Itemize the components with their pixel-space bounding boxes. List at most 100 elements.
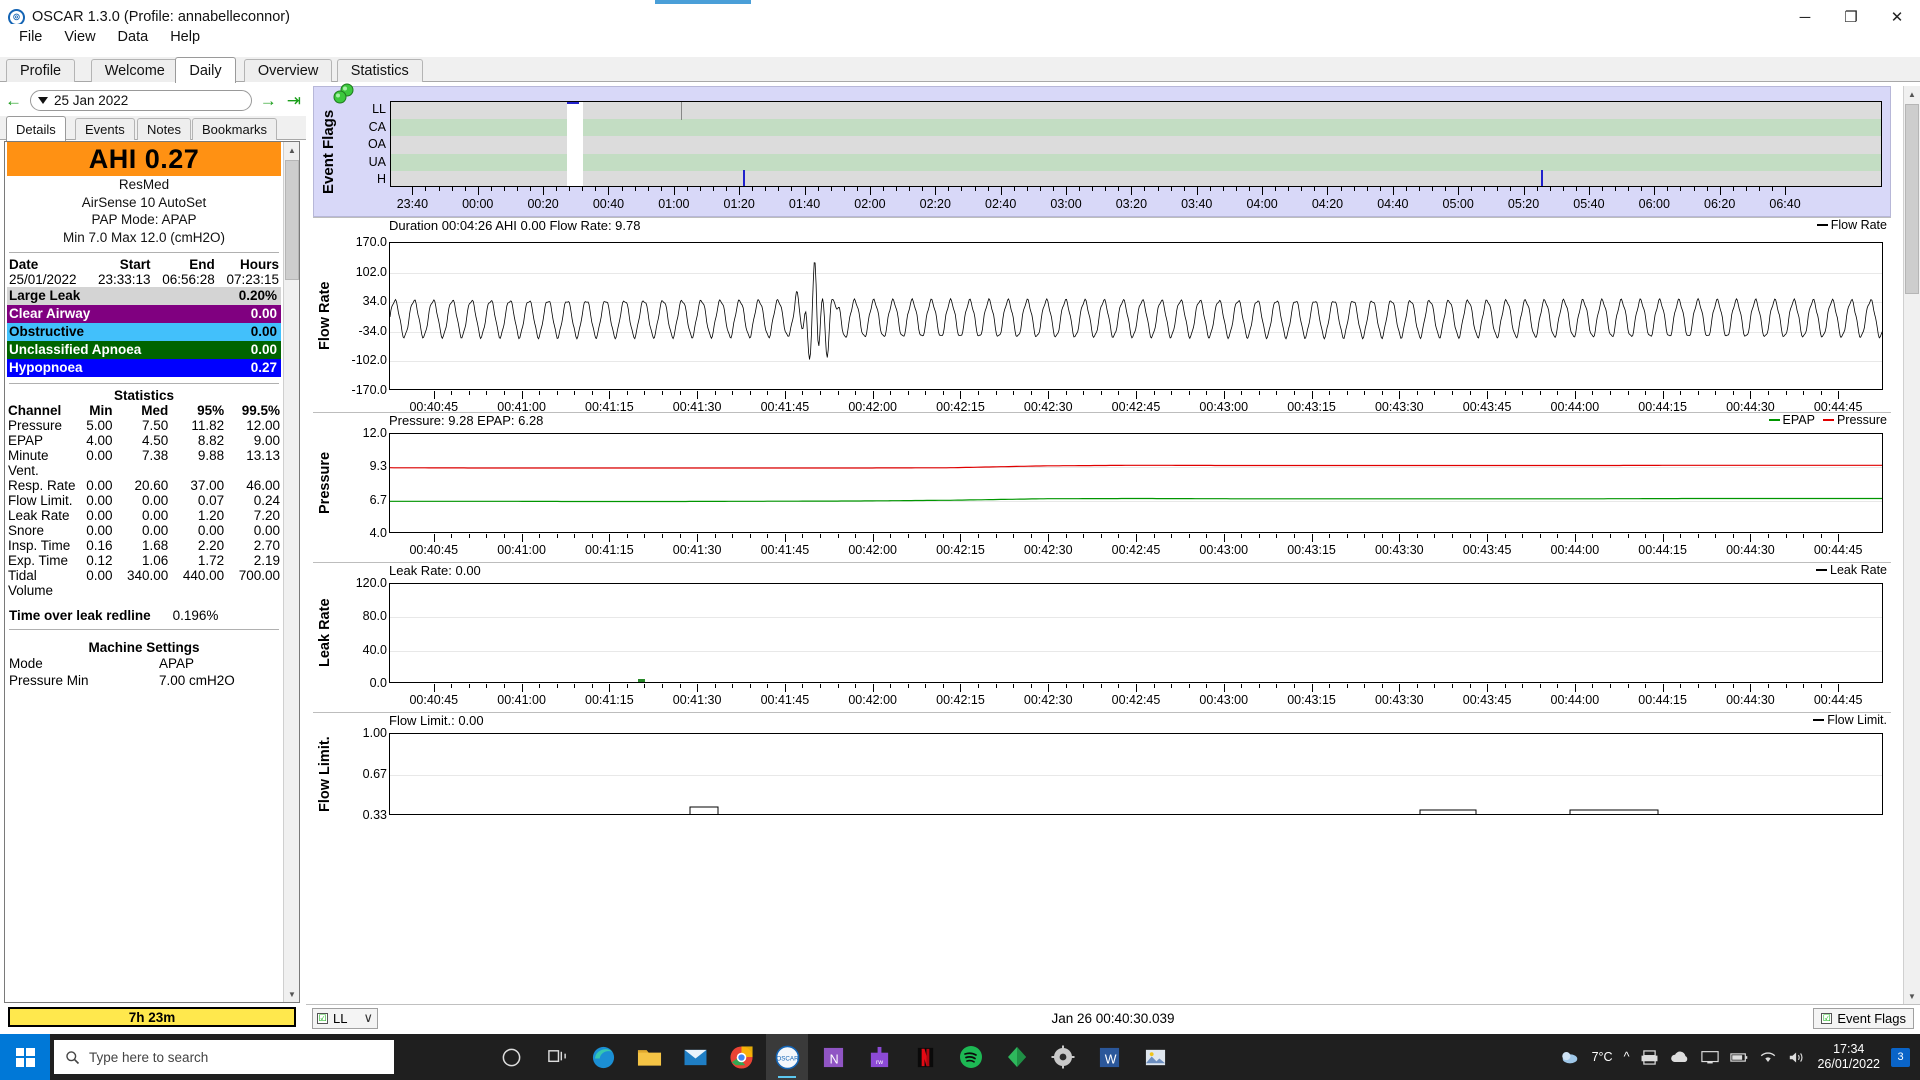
checkbox-icon[interactable]: ☑ [317, 1012, 328, 1024]
event-flags-toggle[interactable]: ☑ Event Flags [1813, 1007, 1914, 1029]
graph-scrollbar[interactable]: ▲ ▼ [1903, 86, 1920, 1004]
chart-plot-area[interactable] [389, 242, 1883, 390]
scroll-up-icon[interactable]: ▲ [1904, 86, 1920, 102]
axis-tick [1523, 187, 1525, 195]
chart-series-svg [638, 679, 645, 682]
axis-minor-tick [1645, 684, 1647, 688]
volume-icon[interactable] [1788, 1050, 1806, 1065]
axis-tick [1838, 534, 1840, 542]
scrollbar-thumb[interactable] [285, 160, 299, 280]
stat-cell-4: 46.00 [246, 478, 280, 493]
taskview-cortana-icon[interactable] [490, 1034, 532, 1080]
chart-plot-area[interactable] [389, 433, 1883, 533]
green-app-icon[interactable] [996, 1034, 1038, 1080]
axis-minor-tick [1469, 391, 1471, 395]
scrollbar-thumb[interactable] [1905, 104, 1919, 294]
chart-title: Flow Limit.: 0.00 [389, 713, 484, 728]
menu-item-view[interactable]: View [53, 27, 106, 47]
legend-entry[interactable]: Pressure [1822, 413, 1887, 427]
onedrive-icon[interactable] [1670, 1050, 1690, 1065]
subtab-notes[interactable]: Notes [137, 118, 191, 140]
checkbox-icon[interactable]: ☑ [1821, 1012, 1833, 1024]
status-bar: ☑ LL ∨ Jan 26 00:40:30.039 ☑ Event Flags [306, 1004, 1920, 1031]
chart-x-tick-label: 00:42:15 [936, 693, 985, 707]
start-button[interactable] [0, 1034, 50, 1080]
axis-tick [1392, 187, 1394, 195]
chart-y-tick-label: -102.0 [351, 353, 387, 368]
tab-daily[interactable]: Daily [175, 57, 236, 83]
menu-item-help[interactable]: Help [159, 27, 211, 47]
menu-item-file[interactable]: File [8, 27, 53, 47]
axis-minor-tick [451, 684, 453, 688]
chrome-icon[interactable] [720, 1034, 762, 1080]
axis-minor-tick [1504, 391, 1506, 395]
axis-minor-tick [1522, 534, 1524, 538]
battery-icon[interactable] [1730, 1050, 1748, 1065]
subtab-details[interactable]: Details [6, 116, 66, 141]
axis-tick [1588, 187, 1590, 195]
chart-plot-area[interactable] [389, 583, 1883, 683]
display-icon[interactable] [1701, 1050, 1720, 1065]
axis-minor-tick [922, 187, 924, 191]
show-hidden-icons[interactable]: ^ [1624, 1050, 1630, 1064]
menu-item-data[interactable]: Data [107, 27, 160, 47]
details-scrollbar[interactable]: ▲ ▼ [283, 142, 299, 1002]
edge-icon[interactable] [582, 1034, 624, 1080]
wifi-icon[interactable] [1759, 1050, 1777, 1065]
axis-minor-tick [1416, 534, 1418, 538]
legend-entry[interactable]: Flow Limit. [1813, 713, 1887, 727]
oscar-taskbar-icon[interactable]: OSCAR [766, 1034, 808, 1080]
mail-icon[interactable] [674, 1034, 716, 1080]
netflix-icon[interactable] [904, 1034, 946, 1080]
settings-gear-icon[interactable] [1042, 1034, 1084, 1080]
weather-icon[interactable] [1559, 1047, 1581, 1067]
tab-overview[interactable]: Overview [243, 59, 333, 82]
selection-window[interactable] [567, 102, 583, 186]
chart-y-tick-label: 40.0 [362, 642, 387, 657]
axis-minor-tick [1575, 187, 1577, 191]
tab-statistics[interactable]: Statistics [336, 59, 423, 82]
axis-minor-tick [1249, 187, 1251, 191]
task-view-icon[interactable] [536, 1034, 578, 1080]
legend-entry[interactable]: Leak Rate [1816, 563, 1887, 577]
chevron-down-icon[interactable]: ∨ [363, 1010, 373, 1026]
notification-badge[interactable]: 3 [1891, 1047, 1910, 1067]
last-day-arrow-icon[interactable]: ⇥ [282, 92, 306, 109]
scroll-down-icon[interactable]: ▼ [1904, 988, 1920, 1004]
chevron-down-icon[interactable] [38, 96, 48, 104]
photos-icon[interactable] [1134, 1034, 1176, 1080]
scroll-up-icon[interactable]: ▲ [284, 142, 299, 158]
legend-entry[interactable]: Flow Rate [1816, 218, 1887, 232]
printer-icon[interactable] [1640, 1049, 1659, 1065]
rightmove-icon[interactable]: rw [858, 1034, 900, 1080]
tab-welcome[interactable]: Welcome [90, 59, 179, 82]
channel-select-dropdown[interactable]: ☑ LL ∨ [312, 1007, 378, 1029]
subtab-bookmarks[interactable]: Bookmarks [192, 118, 278, 140]
stat-header-0: Channel [8, 403, 62, 418]
event-flags-plot[interactable] [390, 101, 1882, 187]
next-day-arrow-icon[interactable]: → [255, 92, 282, 109]
axis-minor-tick [468, 391, 470, 395]
event-value: 0.00 [250, 306, 277, 321]
legend-entry[interactable]: EPAP [1768, 413, 1815, 427]
axis-tick [1223, 391, 1225, 399]
pin-icon[interactable] [331, 83, 357, 109]
taskbar-clock[interactable]: 17:34 26/01/2022 [1817, 1042, 1880, 1072]
onenote-icon[interactable]: N [812, 1034, 854, 1080]
axis-minor-tick [1510, 187, 1512, 191]
date-picker[interactable]: 25 Jan 2022 [30, 89, 252, 111]
tab-profile[interactable]: Profile [6, 59, 76, 82]
taskbar-search-input[interactable]: Type here to search [54, 1040, 394, 1074]
axis-minor-tick [1241, 684, 1243, 688]
chart-y-tick-label: 120.0 [355, 576, 387, 590]
file-explorer-icon[interactable] [628, 1034, 670, 1080]
axis-minor-tick [1418, 187, 1420, 191]
chart-plot-area[interactable] [389, 733, 1883, 815]
previous-day-arrow-icon[interactable]: ← [0, 92, 27, 109]
event-flags-x-tick-label: 03:00 [1050, 197, 1082, 211]
subtab-events[interactable]: Events [75, 118, 135, 140]
word-icon[interactable]: W [1088, 1034, 1130, 1080]
scroll-down-icon[interactable]: ▼ [284, 986, 299, 1002]
spotify-icon[interactable] [950, 1034, 992, 1080]
chart-y-tick-label: 0.0 [369, 676, 387, 690]
